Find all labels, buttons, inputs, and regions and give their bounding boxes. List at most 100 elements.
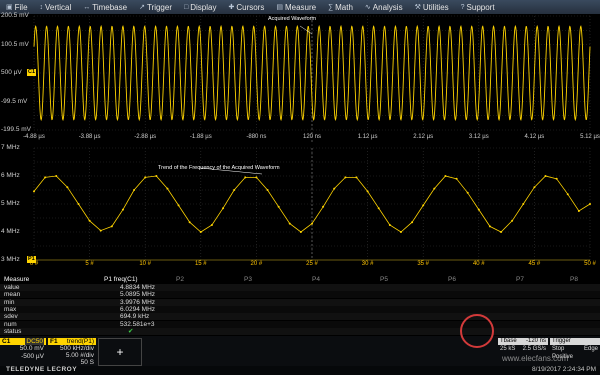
measure-title: Measure xyxy=(4,276,30,283)
upper-x-tick-label: 120 ns xyxy=(302,134,322,140)
trend-point xyxy=(299,231,302,233)
vertical-icon: ↕ xyxy=(39,3,44,11)
trend-point xyxy=(311,222,313,225)
menu-label: Display xyxy=(190,2,217,12)
menu-item-cursors[interactable]: ✚ Cursors xyxy=(222,0,270,14)
add-trace-button[interactable]: + xyxy=(98,338,142,366)
menu-item-vertical[interactable]: ↕ Vertical xyxy=(34,0,78,14)
upper-x-tick-label: -3.88 µs xyxy=(78,134,101,140)
trigger-icon: ↗ xyxy=(139,4,145,11)
menu-item-trigger[interactable]: ↗ Trigger xyxy=(133,0,178,14)
file-icon: ▣ xyxy=(6,4,13,11)
measure-column-header[interactable]: P2 xyxy=(176,276,184,283)
cursors-icon: ✚ xyxy=(228,4,235,11)
trend-point xyxy=(210,224,213,226)
trace-f1-descriptor[interactable]: F1 trend(P1) 500 kHz/div 5.00 #/div 50 S xyxy=(48,338,96,366)
trend-point xyxy=(366,190,369,193)
trend-point xyxy=(422,204,425,207)
menu-item-math[interactable]: ∑ Math xyxy=(322,0,359,14)
trend-x-tick-label: 45 # xyxy=(528,261,541,267)
trend-x-tick-label: 25 # xyxy=(306,261,318,267)
trend-point xyxy=(566,193,569,196)
measure-column-header[interactable]: P8 xyxy=(570,276,578,283)
measure-header-row: Measure P1 freq(C1) P2 P3 P4 P5 P6 P7 P8 xyxy=(0,276,600,283)
measure-row-label: status xyxy=(4,327,22,335)
display-icon: □ xyxy=(184,3,189,11)
trend-x-tick-label: 10 # xyxy=(139,261,152,267)
trend-point xyxy=(199,231,202,233)
trace-f1-count: 50 S xyxy=(80,359,94,366)
trend-y-tick-label: 6 MHz xyxy=(1,172,20,179)
menu-label: Utilities xyxy=(422,2,449,12)
trend-point xyxy=(577,210,580,212)
menu-item-measure[interactable]: ▤ Measure xyxy=(270,0,322,14)
measure-column-header[interactable]: P7 xyxy=(516,276,524,283)
trend-point xyxy=(177,204,180,207)
trend-point xyxy=(333,187,336,190)
timebase-label: Tbase xyxy=(500,338,517,344)
measure-row-value: 694.9 kHz xyxy=(120,313,150,321)
upper-waveform-grid[interactable] xyxy=(0,14,600,164)
trend-point xyxy=(488,225,491,228)
menu-item-support[interactable]: ? Support xyxy=(455,0,501,14)
trend-point xyxy=(455,177,458,180)
trend-point xyxy=(344,176,347,179)
upper-x-tick-label: -4.88 µs xyxy=(23,134,45,140)
trend-point xyxy=(110,225,113,228)
trend-point xyxy=(99,229,102,232)
menu-item-timebase[interactable]: ↔ Timebase xyxy=(77,0,133,14)
trend-x-tick-label: 15 # xyxy=(194,261,207,267)
measure-row: value 4.8834 MHz xyxy=(0,284,600,291)
trend-point xyxy=(88,219,91,222)
menu-label: Trigger xyxy=(146,2,172,12)
upper-y-tick-label: 200.5 mV xyxy=(1,12,29,19)
trigger-label: Trigger xyxy=(550,338,600,345)
menu-item-analysis[interactable]: ∿ Analysis xyxy=(359,0,409,14)
measure-row-value: 3.9976 MHz xyxy=(120,298,156,306)
measure-row-label: value xyxy=(4,284,20,291)
trend-point xyxy=(466,191,469,194)
brand-logo: TELEDYNE LECROY xyxy=(6,366,78,373)
measure-column-header[interactable]: P6 xyxy=(448,276,456,283)
menu-label: Analysis xyxy=(372,2,403,12)
measure-row-label: num xyxy=(4,320,17,328)
measure-column-header[interactable]: P4 xyxy=(312,276,320,283)
upper-x-tick-label: 5.12 µs xyxy=(580,134,600,140)
measure-column-header[interactable]: P5 xyxy=(380,276,388,283)
measure-icon: ▤ xyxy=(276,4,283,11)
trend-x-tick-label: 35 # xyxy=(417,261,430,267)
measure-column-header[interactable]: P3 xyxy=(244,276,252,283)
trend-plot-grid[interactable] xyxy=(0,144,600,270)
trend-point xyxy=(66,186,69,189)
trend-point xyxy=(44,176,47,179)
menu-label: Support xyxy=(466,2,495,12)
trend-point xyxy=(121,208,124,211)
measure-column-header[interactable]: P1 freq(C1) xyxy=(104,276,138,283)
trend-point xyxy=(233,189,236,191)
trend-point xyxy=(77,203,80,205)
trend-annotation: Trend of the Frequency of the Acquired W… xyxy=(158,165,280,171)
trend-y-tick-label: 5 MHz xyxy=(1,200,20,207)
trend-point xyxy=(433,187,436,190)
upper-y-tick-label: 500 µV xyxy=(1,69,22,76)
measure-row: status ✔ xyxy=(0,327,600,335)
watermark-text: www.elecfans.com xyxy=(502,354,569,363)
menu-item-display[interactable]: □ Display xyxy=(178,0,222,14)
menu-label: Math xyxy=(335,2,353,12)
channel-c1-offset: -500 µV xyxy=(21,353,44,360)
channel-c1-marker: C1 xyxy=(27,69,37,76)
trend-point xyxy=(144,176,147,179)
trace-f1-hscale: 5.00 #/div xyxy=(65,352,94,359)
math-icon: ∑ xyxy=(328,3,334,11)
trend-point xyxy=(133,189,136,191)
trend-x-tick-label: 40 # xyxy=(472,261,485,267)
menu-item-utilities[interactable]: ⚒ Utilities xyxy=(409,0,455,14)
upper-x-tick-label: -1.88 µs xyxy=(189,134,212,140)
measure-row-label: max xyxy=(4,305,17,313)
channel-c1-descriptor[interactable]: C1 DC50 50.0 mV -500 µV xyxy=(0,338,46,366)
measure-table[interactable]: Measure P1 freq(C1) P2 P3 P4 P5 P6 P7 P8 value 4.8… xyxy=(0,276,600,336)
upper-x-tick-label: 2.12 µs xyxy=(413,134,434,140)
trend-p1-marker: P1 xyxy=(27,256,36,263)
measure-row: num 532.581e+3 xyxy=(0,320,600,328)
channel-c1-scale: 50.0 mV xyxy=(19,345,44,352)
